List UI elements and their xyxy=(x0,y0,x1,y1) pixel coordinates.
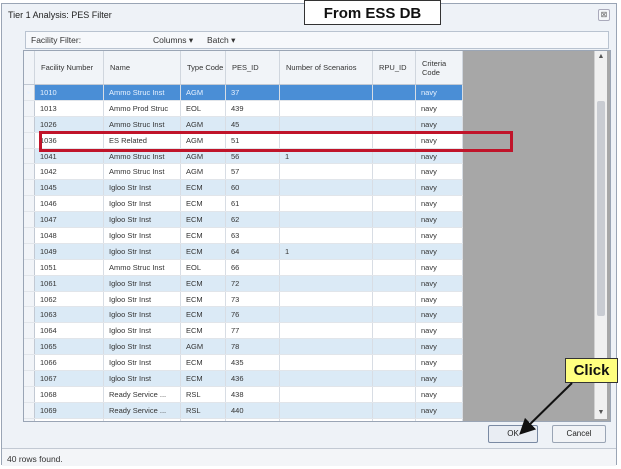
pointer-arrow-icon xyxy=(519,382,573,435)
